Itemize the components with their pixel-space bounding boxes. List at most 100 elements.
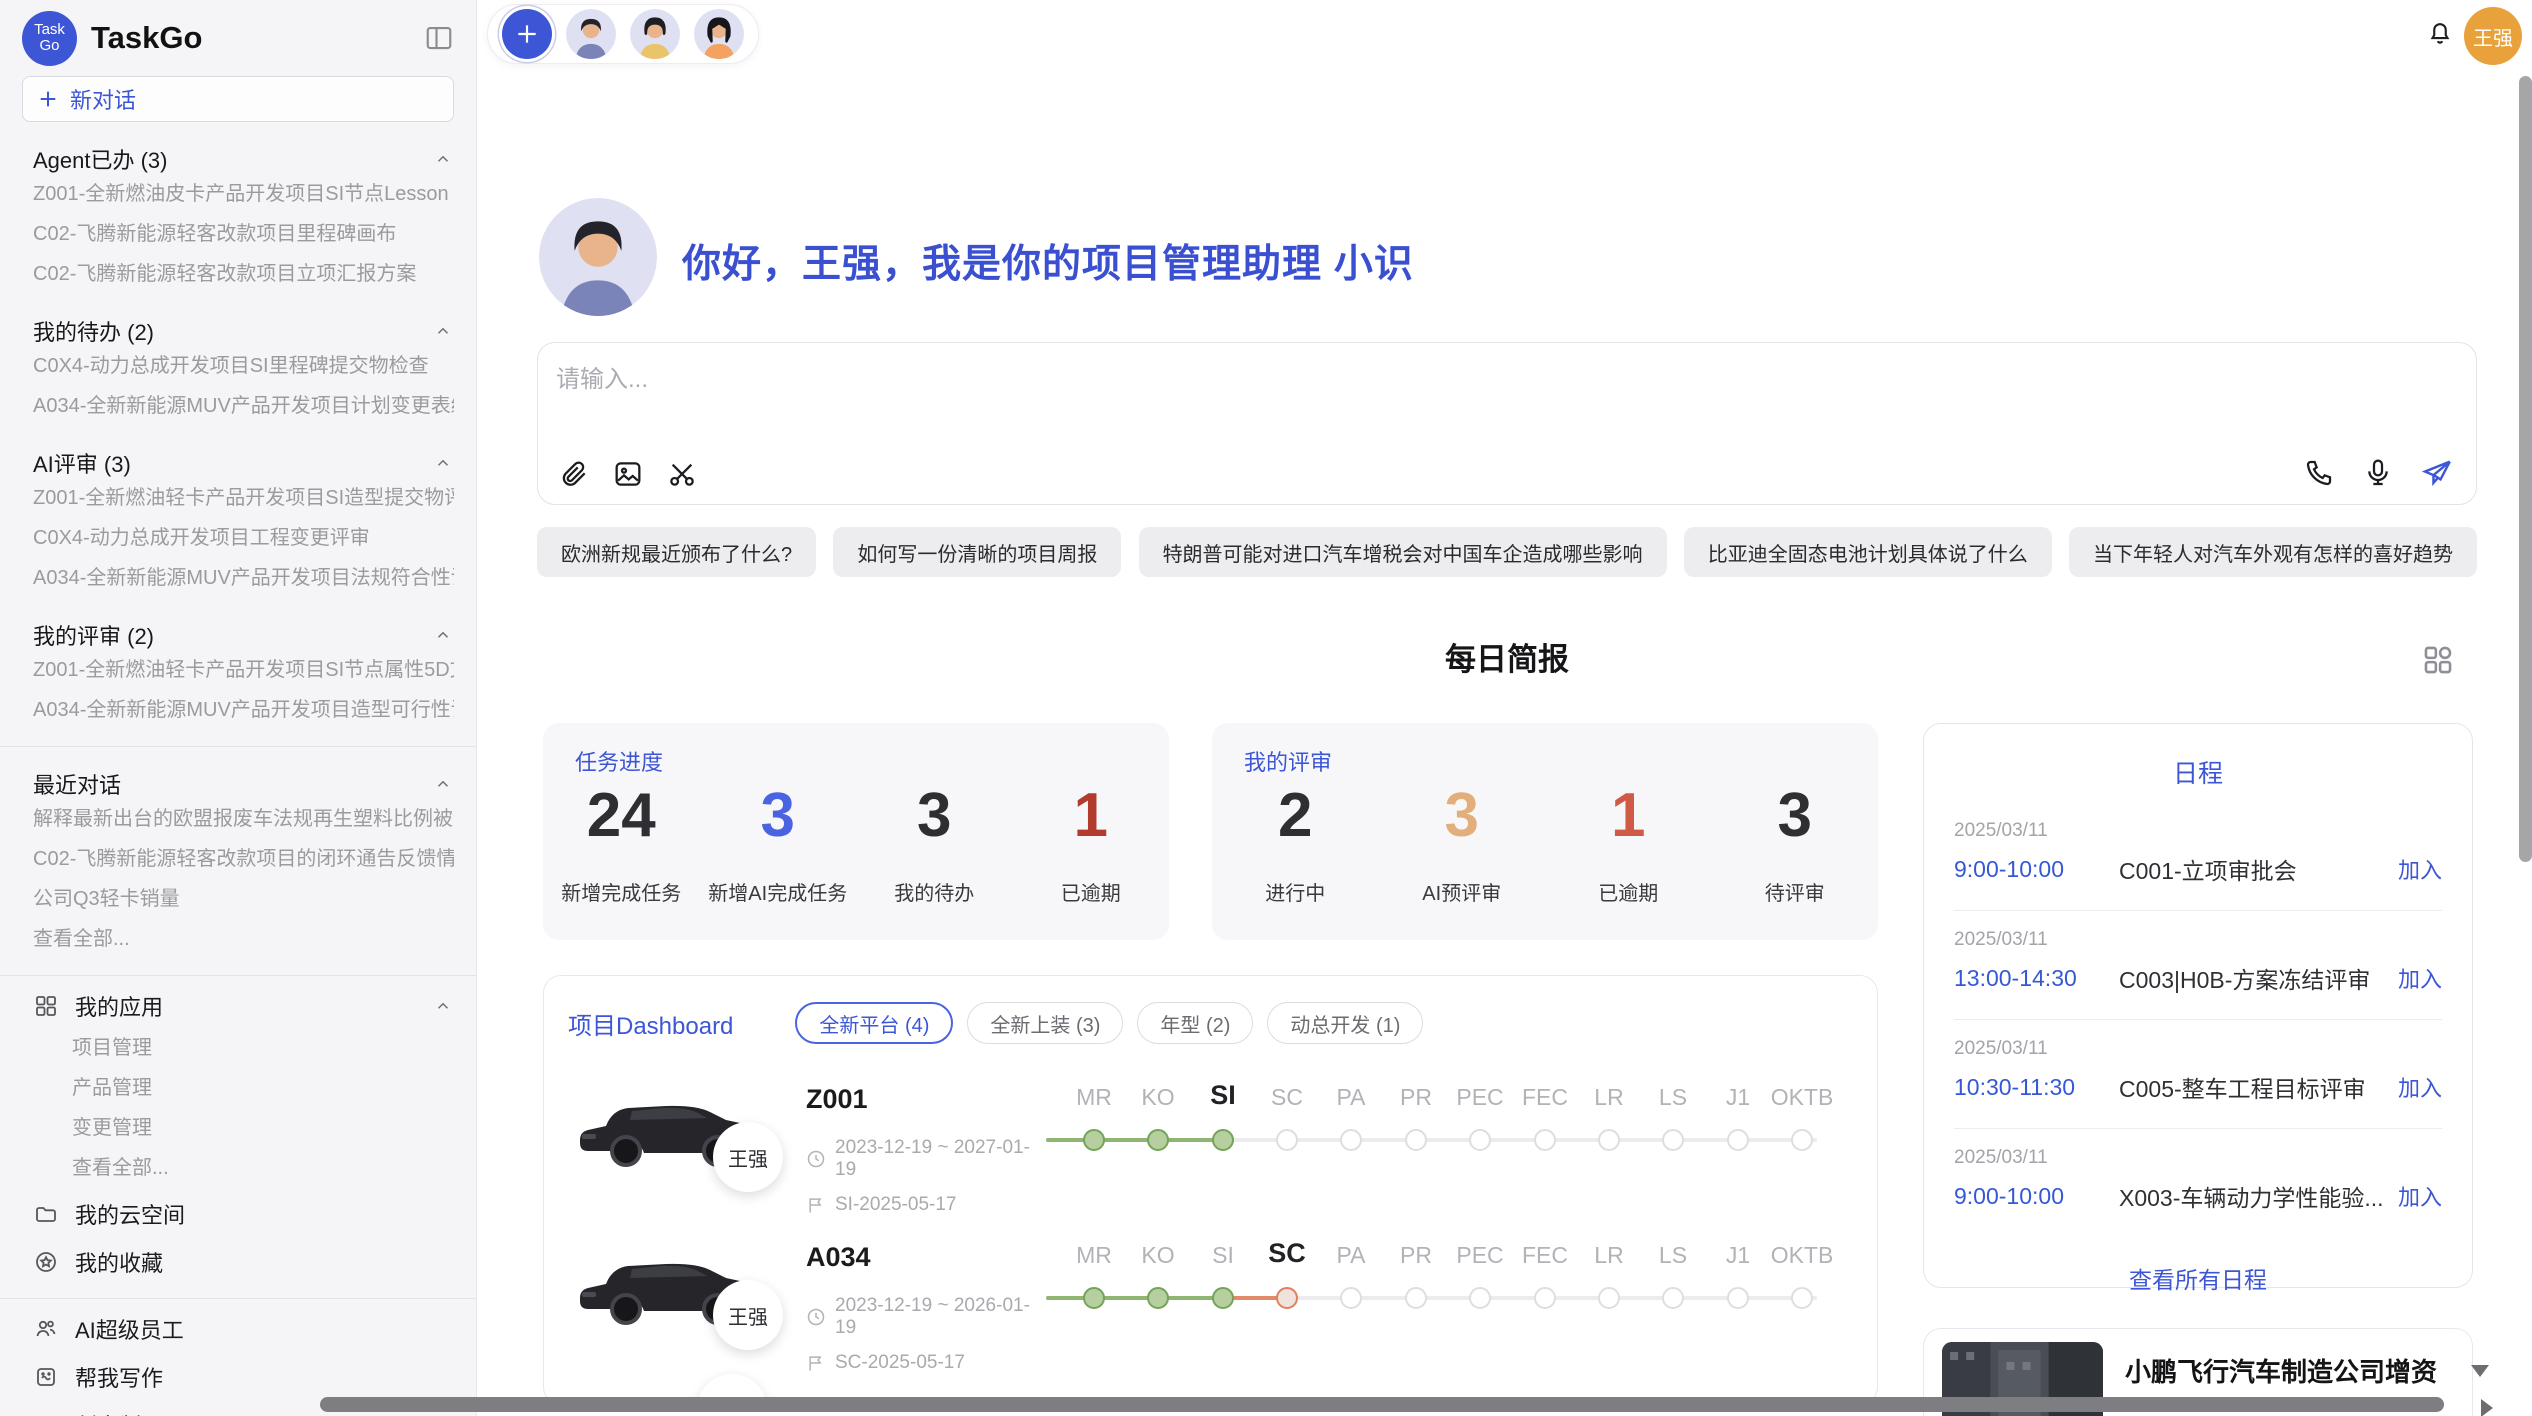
chevron-up-icon[interactable] [434,775,452,793]
stat-value: 3 [700,785,857,847]
plus-icon [37,88,59,110]
chevron-up-icon[interactable] [434,626,452,644]
milestone-label: LS [1659,1242,1687,1269]
project-dates: 2023-12-19 ~ 2027-01-19 [806,1137,1051,1181]
sidebar-task-item[interactable]: Z001-全新燃油皮卡产品开发项目SI节点Lesson Learn报告 [33,174,454,214]
schedule-name: C005-整车工程目标评审 [2119,1070,2388,1104]
chevron-up-icon[interactable] [434,322,452,340]
apps-view-all[interactable]: 查看全部... [72,1148,454,1188]
notifications-bell-icon[interactable] [2425,18,2455,53]
suggestion-chip[interactable]: 当下年轻人对汽车外观有怎样的喜好趋势 [2069,527,2477,577]
assistant-avatar [539,198,657,316]
agent-avatar[interactable] [630,9,680,59]
sidebar-task-item[interactable]: C0X4-动力总成开发项目SI里程碑提交物检查 [33,346,454,386]
send-icon[interactable] [2420,456,2454,490]
chevron-up-icon[interactable] [434,454,452,472]
filter-chip[interactable]: 年型 (2) [1137,1002,1253,1044]
image-icon[interactable] [612,458,644,490]
schedule-time: 10:30-11:30 [1954,1074,2119,1101]
agent-avatar[interactable] [566,9,616,59]
user-avatar[interactable]: 王强 [2464,7,2522,65]
filter-chip[interactable]: 全新上装 (3) [967,1002,1123,1044]
filter-chip[interactable]: 全新平台 (4) [795,1002,953,1044]
section-ai-review[interactable]: AI评审 (3) [33,448,452,478]
paperclip-icon[interactable] [558,458,590,490]
scroll-right-arrow[interactable] [2481,1399,2493,1416]
sidebar-task-item[interactable]: A034-全新新能源MUV产品开发项目计划变更表编写 [33,386,454,426]
schedule-time: 9:00-10:00 [1954,856,2119,883]
sidebar-item-cloud-space[interactable]: 我的云空间 [0,1192,476,1236]
clock-icon [806,1307,826,1327]
stat-cell: 3 新增AI完成任务 [700,785,857,906]
schedule-date: 2025/03/11 [1954,820,2442,842]
chevron-up-icon[interactable] [434,997,452,1015]
recent-chat-item[interactable]: 公司Q3轻卡销量 [33,879,454,919]
app-item-change-mgmt[interactable]: 变更管理 [72,1108,454,1148]
suggestion-chip[interactable]: 特朗普可能对进口汽车增税会对中国车企造成哪些影响 [1139,527,1667,577]
project-row[interactable]: 王强 A034 2023-12-19 ~ 2026-01-19 SC [568,1240,1853,1370]
section-recent-chats[interactable]: 最近对话 [33,769,452,799]
view-all-schedule-link[interactable]: 查看所有日程 [1954,1261,2442,1295]
suggestion-chip[interactable]: 如何写一份清晰的项目周报 [833,527,1121,577]
join-link[interactable]: 加入 [2398,1071,2442,1103]
stat-label: 新增完成任务 [543,877,700,906]
suggestion-chip[interactable]: 欧洲新规最近颁布了什么? [537,527,816,577]
milestone-label: OKTB [1771,1242,1834,1269]
section-title: 我的待办 (2) [33,315,154,347]
layout-grid-icon[interactable] [2421,643,2455,682]
sidebar-item-label: 我的云空间 [75,1198,185,1230]
sidebar-item-help-write[interactable]: 帮我写作 [0,1355,476,1399]
microphone-icon[interactable] [2362,456,2394,490]
section-title: Agent已办 (3) [33,143,168,175]
suggestion-chip[interactable]: 比亚迪全固态电池计划具体说了什么 [1684,527,2052,577]
join-link[interactable]: 加入 [2398,962,2442,994]
sidebar-task-item[interactable]: Z001-全新燃油轻卡产品开发项目SI造型提交物评审 [33,478,454,518]
app-item-product-mgmt[interactable]: 产品管理 [72,1068,454,1108]
stat-value: 1 [1013,785,1170,847]
filter-chip[interactable]: 动总开发 (1) [1267,1002,1423,1044]
recent-chat-item[interactable]: 解释最新出台的欧盟报废车法规再生塑料比例被调至15%... [33,799,454,839]
join-link[interactable]: 加入 [2398,853,2442,885]
horizontal-scrollbar[interactable] [320,1397,2444,1412]
stat-value: 24 [543,785,700,847]
project-owner-badge: 王强 [713,1122,783,1192]
sidebar-item-favorites[interactable]: 我的收藏 [0,1240,476,1284]
sidebar-task-item[interactable]: A034-全新新能源MUV产品开发项目法规符合性评审 [33,558,454,598]
milestone-dot [1340,1129,1362,1151]
section-my-todo[interactable]: 我的待办 (2) [33,316,452,346]
app-item-project-mgmt[interactable]: 项目管理 [72,1028,454,1068]
section-my-review[interactable]: 我的评审 (2) [33,620,452,650]
vertical-scrollbar[interactable] [2519,76,2532,862]
chevron-up-icon[interactable] [434,150,452,168]
join-link[interactable]: 加入 [2398,1180,2442,1212]
schedule-item: 2025/03/11 9:00-10:00 X003-车辆动力学性能验... 加… [1954,1129,2442,1237]
sidebar-item-ai-employee[interactable]: AI超级员工 [0,1307,476,1351]
milestone-label: PEC [1456,1084,1503,1111]
project-flag: SI-2025-05-17 [806,1194,1051,1216]
schedule-card: 日程 2025/03/11 9:00-10:00 C001-立项审批会 加入 2… [1923,723,2473,1288]
sidebar-collapse-icon[interactable] [424,23,454,53]
sidebar-item-label: 我的应用 [75,990,163,1022]
sidebar-task-item[interactable]: C02-飞腾新能源轻客改款项目立项汇报方案 [33,254,454,294]
scroll-down-arrow[interactable] [2471,1365,2489,1377]
scissors-icon[interactable] [666,458,698,490]
new-session-button[interactable] [502,9,552,59]
sidebar-task-item[interactable]: Z001-全新燃油轻卡产品开发项目SI节点属性5D文件评审 [33,650,454,690]
sidebar-task-item[interactable]: C0X4-动力总成开发项目工程变更评审 [33,518,454,558]
composer-actions [2304,456,2454,490]
project-dashboard-card: 项目Dashboard 全新平台 (4) 全新上装 (3) 年型 (2) 动总开… [543,975,1878,1405]
main-area: 王强 你好，王强，我是你的项目管理助理 小识 欧洲新规最近颁布了什么? 如何写一 [477,0,2532,1416]
section-agent-done[interactable]: Agent已办 (3) [33,144,452,174]
stat-value: 3 [856,785,1013,847]
project-row[interactable]: 王强 Z001 2023-12-19 ~ 2027-01-19 SI [568,1082,1853,1212]
sidebar-task-item[interactable]: C02-飞腾新能源轻客改款项目里程碑画布 [33,214,454,254]
agent-avatar[interactable] [694,9,744,59]
new-chat-button[interactable]: 新对话 [22,76,454,122]
sidebar-task-item[interactable]: A034-全新新能源MUV产品开发项目造型可行性评审 [33,690,454,730]
chat-input[interactable] [556,359,2256,429]
sidebar-item-my-apps[interactable]: 我的应用 [0,984,476,1028]
milestone-dot-done [1212,1287,1234,1309]
recent-view-all[interactable]: 查看全部... [33,919,454,959]
recent-chat-item[interactable]: C02-飞腾新能源轻客改款项目的闭环通告反馈情况 [33,839,454,879]
phone-call-icon[interactable] [2304,456,2336,490]
